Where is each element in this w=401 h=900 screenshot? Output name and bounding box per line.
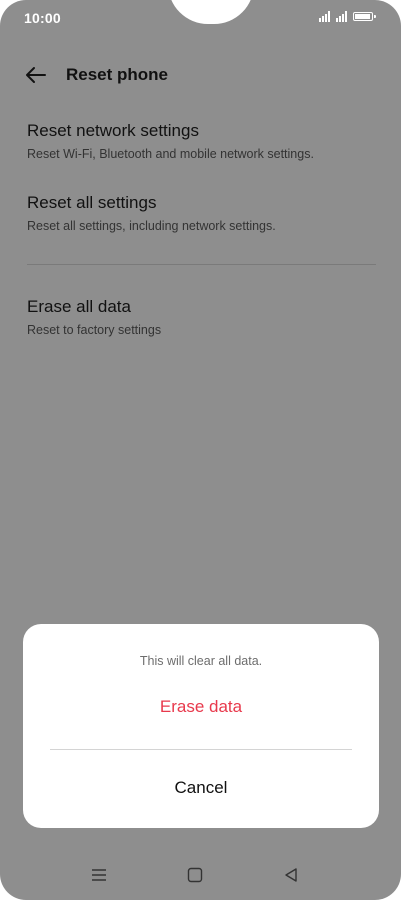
settings-item-title: Reset network settings [27,121,199,140]
back-icon[interactable] [282,866,300,884]
status-bar: 10:00 [0,0,401,36]
settings-item-reset-all[interactable]: Reset all settings Reset all settings, i… [27,192,377,235]
cancel-button[interactable]: Cancel [23,778,379,798]
home-icon[interactable] [186,866,204,884]
confirm-dialog: This will clear all data. Erase data Can… [23,624,379,828]
settings-item-title: Erase all data [27,297,131,316]
status-icons [319,11,376,22]
settings-item-subtitle: Reset to factory settings [27,323,162,337]
menu-icon[interactable] [90,866,108,884]
navigation-bar [0,858,401,892]
dialog-divider [50,749,352,750]
section-divider [27,264,376,265]
erase-data-button[interactable]: Erase data [23,697,379,717]
dialog-message: This will clear all data. [139,654,263,668]
signal-icon [336,11,347,22]
signal-icon [319,11,330,22]
page-title: Reset phone [66,65,169,84]
status-time: 10:00 [24,10,61,26]
settings-item-subtitle: Reset all settings, including network se… [27,219,276,233]
arrow-left-icon[interactable] [24,63,48,87]
settings-item-subtitle: Reset Wi-Fi, Bluetooth and mobile networ… [27,147,314,161]
settings-item-reset-network[interactable]: Reset network settings Reset Wi-Fi, Blue… [27,120,377,163]
phone-screen: 10:00 Reset phone Reset network settings… [0,0,401,900]
settings-item-erase-all[interactable]: Erase all data Reset to factory settings [27,296,377,339]
page-header: Reset phone [24,60,168,90]
battery-icon [353,12,376,21]
settings-item-title: Reset all settings [27,193,157,212]
